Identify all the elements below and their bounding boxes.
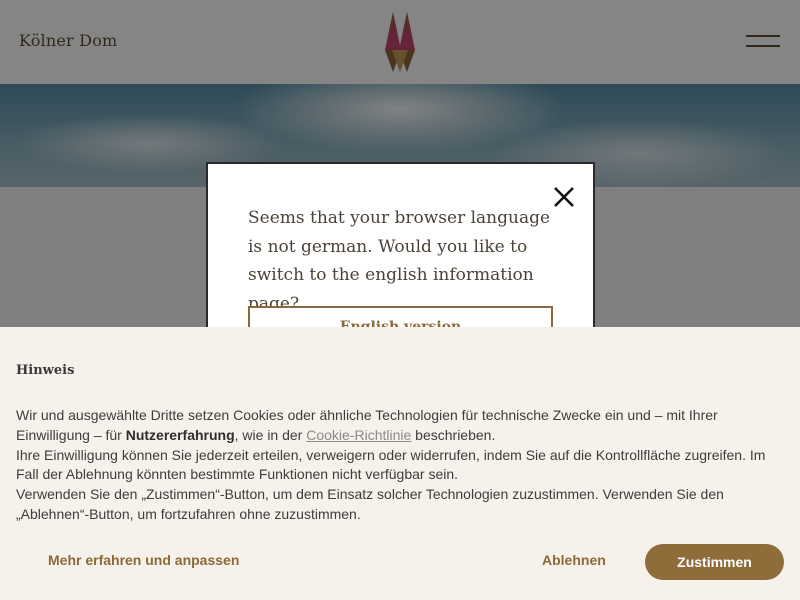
- cookie-banner-text: Wir und ausgewählte Dritte setzen Cookie…: [16, 406, 786, 525]
- reject-button[interactable]: Ablehnen: [542, 552, 606, 568]
- cookie-paragraph-2: Ihre Einwilligung können Sie jederzeit e…: [16, 446, 766, 483]
- cookie-text-segment: , wie in der: [234, 426, 307, 443]
- cookie-banner: Hinweis Wir und ausgewählte Dritte setze…: [0, 327, 800, 600]
- cookie-banner-title: Hinweis: [16, 363, 75, 378]
- page: Kölner Dom Seems that your browser langu…: [0, 0, 800, 600]
- cookie-text-bold: Nutzererfahrung: [125, 426, 235, 443]
- accept-button[interactable]: Zustimmen: [645, 544, 784, 580]
- cookie-text-segment: beschrieben.: [411, 426, 496, 443]
- learn-more-button[interactable]: Mehr erfahren und anpassen: [48, 552, 239, 568]
- language-dialog-message: Seems that your browser language is not …: [248, 208, 551, 314]
- cookie-paragraph-1: Wir und ausgewählte Dritte setzen Cookie…: [16, 406, 786, 446]
- cookie-policy-link[interactable]: Cookie-Richtlinie: [306, 427, 411, 443]
- cookie-paragraph-3: Verwenden Sie den „Zustimmen“-Button, um…: [16, 486, 724, 522]
